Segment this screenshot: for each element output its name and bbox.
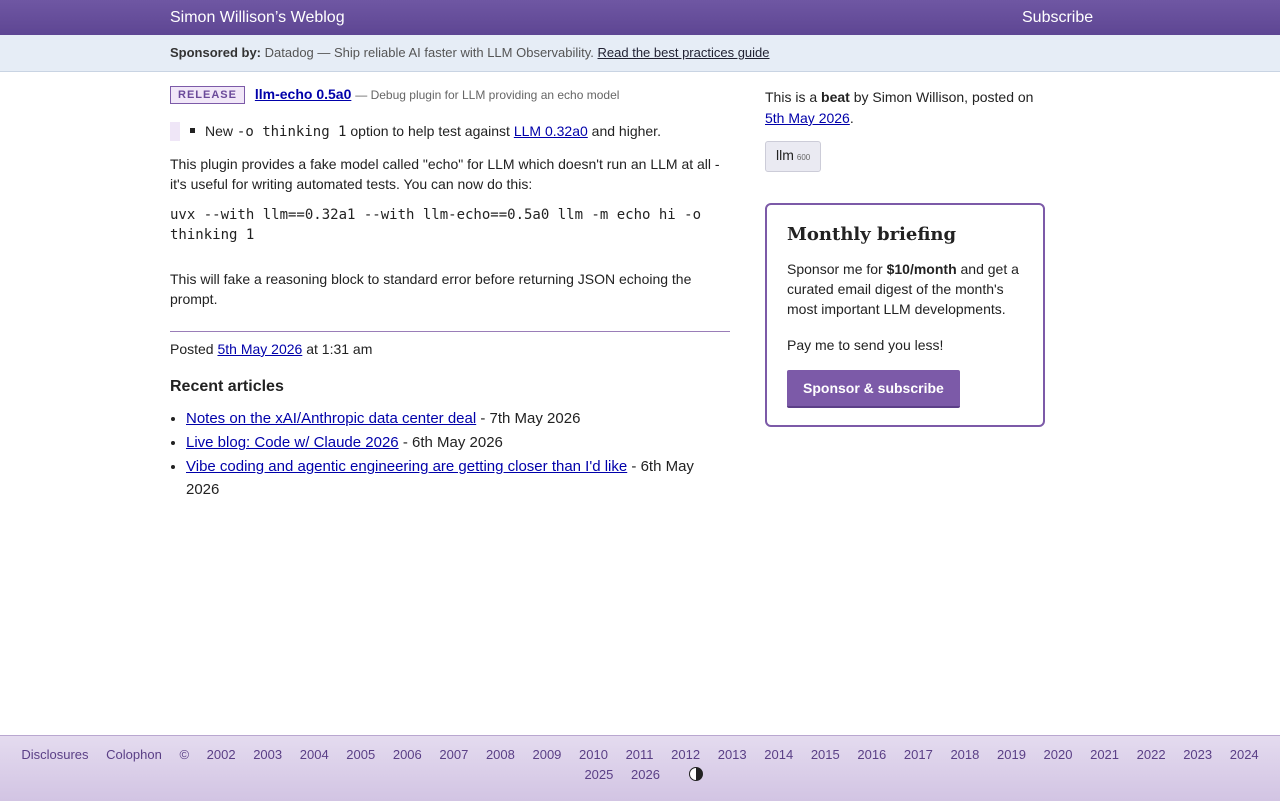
footer-year-link[interactable]: 2013	[718, 747, 747, 762]
footer-year-link[interactable]: 2015	[811, 747, 840, 762]
footer-link-disclosures[interactable]: Disclosures	[21, 747, 88, 762]
footer-year-link[interactable]: 2010	[579, 747, 608, 762]
site-title-link[interactable]: Simon Willison’s Weblog	[170, 9, 345, 27]
footer-year-link[interactable]: 2025	[584, 767, 613, 782]
footer-year-link[interactable]: 2003	[253, 747, 282, 762]
main-content: RELEASE llm-echo 0.5a0 — Debug plugin fo…	[170, 84, 730, 502]
footer-year-link[interactable]: 2014	[764, 747, 793, 762]
sponsor-banner: Sponsored by: Datadog — Ship reliable AI…	[0, 35, 1280, 72]
footer-year-link[interactable]: 2004	[300, 747, 329, 762]
intro-pre: This is a	[765, 89, 818, 105]
divider	[170, 331, 730, 332]
footer-year-link[interactable]: 2017	[904, 747, 933, 762]
footer-year-link[interactable]: 2007	[439, 747, 468, 762]
posted-prefix: Posted	[170, 341, 214, 357]
sponsor-subscribe-button[interactable]: Sponsor & subscribe	[787, 370, 960, 408]
intro-bold: beat	[821, 89, 850, 105]
bullet-icon	[190, 128, 195, 133]
intro-post: by Simon Willison, posted on	[853, 89, 1034, 105]
result-paragraph: This will fake a reasoning block to stan…	[170, 271, 692, 307]
tag-label: llm	[776, 147, 794, 163]
footer-year-link[interactable]: 2009	[532, 747, 561, 762]
footer-copyright: ©	[179, 747, 190, 762]
monthly-briefing-card: Monthly briefing Sponsor me for $10/mont…	[765, 203, 1045, 427]
contrast-toggle-icon[interactable]	[688, 767, 703, 781]
list-item: Notes on the xAI/Anthropic data center d…	[186, 407, 730, 430]
card-price: $10/month	[886, 261, 957, 277]
footer-year-link[interactable]: 2023	[1183, 747, 1212, 762]
article-link[interactable]: Live blog: Code w/ Claude 2026	[186, 434, 399, 451]
footer-year-link[interactable]: 2008	[486, 747, 515, 762]
footer-year-link[interactable]: 2011	[626, 747, 654, 762]
article-link[interactable]: Notes on the xAI/Anthropic data center d…	[186, 410, 476, 427]
sponsor-link[interactable]: Read the best practices guide	[598, 45, 770, 60]
footer-year-link[interactable]: 2020	[1044, 747, 1073, 762]
footer-year-link[interactable]: 2005	[346, 747, 375, 762]
footer-year-link[interactable]: 2024	[1230, 747, 1259, 762]
footer-year-link[interactable]: 2026	[631, 767, 660, 782]
card-line2: Pay me to send you less!	[787, 337, 944, 353]
footer-year-link[interactable]: 2012	[671, 747, 700, 762]
footer-year-link[interactable]: 2002	[207, 747, 236, 762]
article-link[interactable]: Vibe coding and agentic engineering are …	[186, 458, 627, 475]
description-paragraph: This plugin provides a fake model called…	[170, 156, 720, 192]
note-code: -o thinking 1	[236, 124, 347, 140]
note-mid: option to help test against	[350, 123, 510, 139]
note-prefix: New	[205, 123, 234, 139]
article-date: - 7th May 2026	[480, 410, 581, 427]
list-item: Vibe coding and agentic engineering are …	[186, 455, 730, 501]
footer-year-link[interactable]: 2019	[997, 747, 1026, 762]
footer-year-link[interactable]: 2018	[950, 747, 979, 762]
posted-date-link[interactable]: 5th May 2026	[217, 341, 302, 357]
tag-count: 600	[796, 153, 811, 162]
recent-articles-list: Notes on the xAI/Anthropic data center d…	[170, 407, 730, 501]
beat-header: RELEASE llm-echo 0.5a0 — Debug plugin fo…	[170, 84, 730, 110]
card-title: Monthly briefing	[787, 224, 957, 245]
posted-time: at 1:31 am	[306, 341, 373, 357]
note-suffix: and higher.	[591, 123, 661, 139]
footer: Disclosures Colophon © 2002 2003 2004 20…	[0, 735, 1280, 801]
tag-llm[interactable]: llm 600	[765, 141, 822, 172]
sidebar-date-link[interactable]: 5th May 2026	[765, 110, 850, 126]
list-item: Live blog: Code w/ Claude 2026 - 6th May…	[186, 431, 730, 454]
sponsor-label: Sponsored by:	[170, 45, 262, 60]
sponsor-text: Datadog — Ship reliable AI faster with L…	[264, 45, 594, 60]
beat-title-link[interactable]: llm-echo 0.5a0	[255, 86, 352, 102]
release-badge: RELEASE	[170, 86, 245, 104]
footer-link-colophon[interactable]: Colophon	[106, 747, 162, 762]
footer-year-link[interactable]: 2022	[1137, 747, 1166, 762]
card-description: Sponsor me for $10/month and get a curat…	[787, 259, 1023, 319]
note-accent-bar	[170, 122, 180, 141]
release-note: New -o thinking 1 option to help test ag…	[170, 120, 730, 142]
subscribe-link[interactable]: Subscribe	[1022, 9, 1093, 27]
posted-line: Posted 5th May 2026 at 1:31 am	[170, 339, 730, 359]
article-date: - 6th May 2026	[402, 434, 503, 451]
beat-description: — Debug plugin for LLM providing an echo…	[355, 88, 620, 102]
sidebar: This is a beat by Simon Willison, posted…	[765, 87, 1050, 427]
top-navigation-bar: Simon Willison’s Weblog Subscribe	[0, 0, 1280, 36]
footer-year-link[interactable]: 2016	[857, 747, 886, 762]
llm-version-link[interactable]: LLM 0.32a0	[514, 123, 588, 139]
code-block: uvx --with llm==0.32a1 --with llm-echo==…	[170, 207, 702, 243]
footer-year-link[interactable]: 2021	[1090, 747, 1119, 762]
footer-year-link[interactable]: 2006	[393, 747, 422, 762]
beat-intro: This is a beat by Simon Willison, posted…	[765, 89, 1034, 126]
recent-articles-heading: Recent articles	[170, 378, 284, 395]
card-pre: Sponsor me for	[787, 261, 883, 277]
